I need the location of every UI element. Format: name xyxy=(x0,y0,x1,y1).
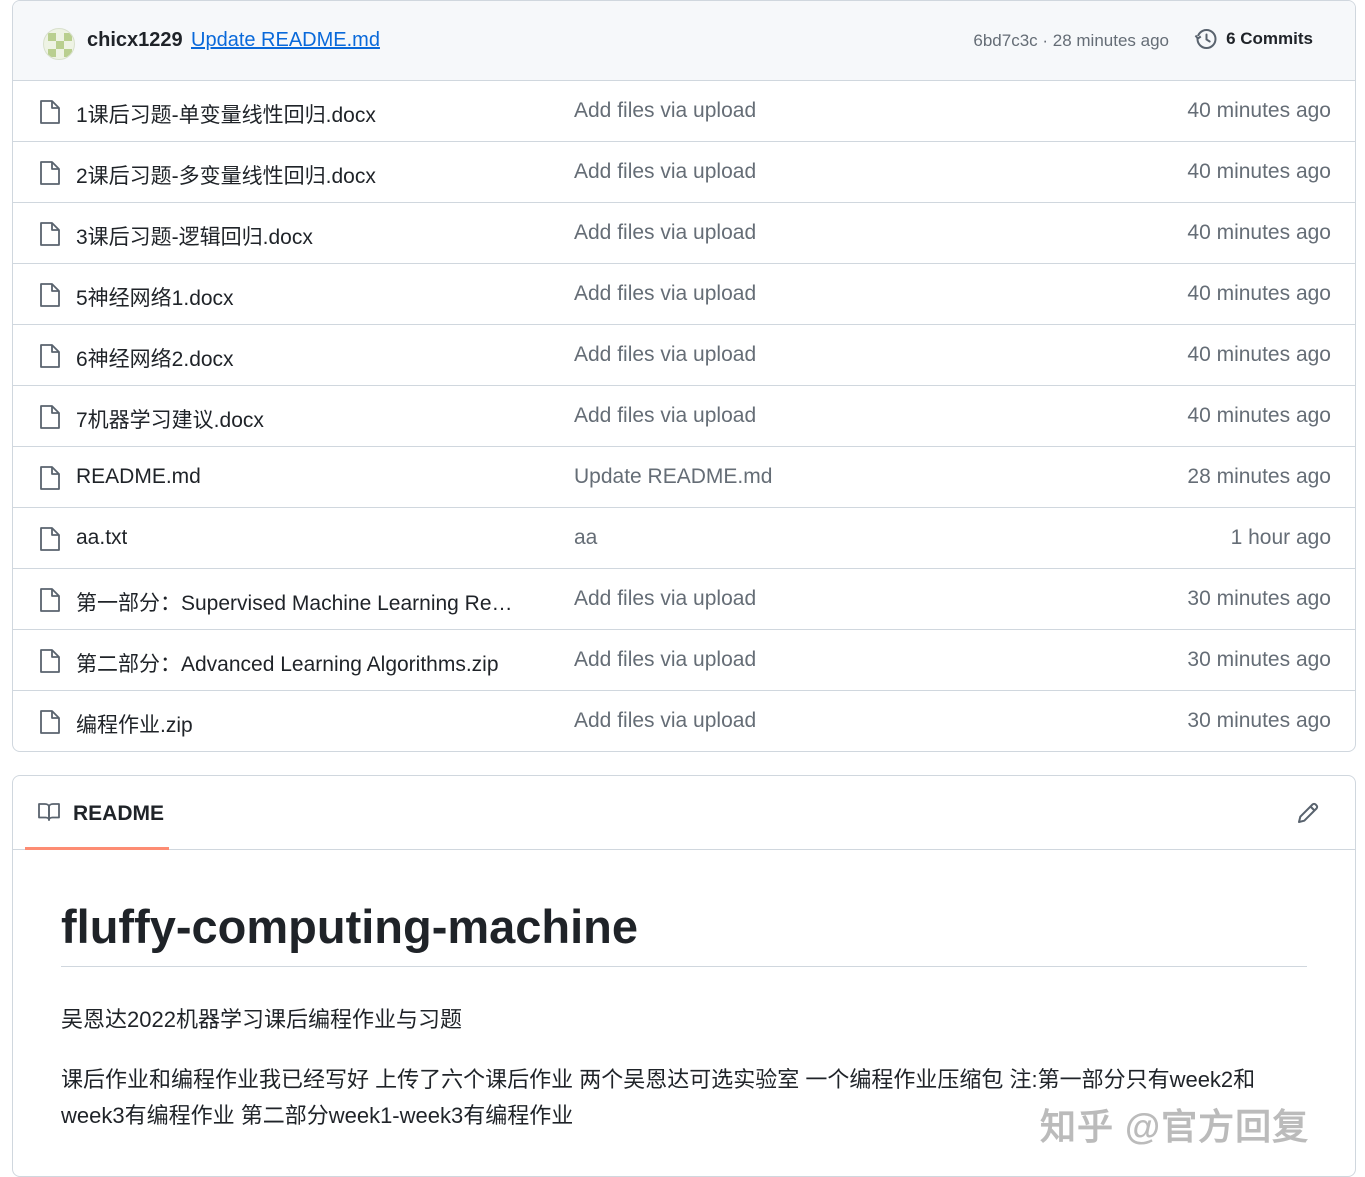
file-list: 1课后习题-单变量线性回归.docx Add files via upload 40… xyxy=(13,81,1355,751)
file-icon xyxy=(39,160,61,186)
file-icon xyxy=(39,526,61,552)
file-name-link[interactable]: README.md xyxy=(76,465,201,489)
history-icon xyxy=(1194,29,1217,49)
commit-hash-time[interactable]: 6bd7c3c · 28 minutes ago xyxy=(973,31,1169,51)
commit-author[interactable]: chicx1229 xyxy=(87,29,183,52)
file-commit-message-link[interactable]: Add files via upload xyxy=(574,221,756,245)
readme-title: fluffy-computing-machine xyxy=(61,900,1307,967)
commits-count-link[interactable]: 6 Commits xyxy=(1194,27,1313,51)
file-icon xyxy=(39,282,61,308)
file-commit-time: 30 minutes ago xyxy=(1187,587,1331,610)
latest-commit-bar: chicx1229 Update README.md 6bd7c3c · 28 … xyxy=(13,1,1355,81)
readme-tab-label: README xyxy=(73,802,165,825)
file-commit-time: 40 minutes ago xyxy=(1187,221,1331,244)
file-name-link[interactable]: 第二部分：Advanced Learning Algorithms.zip xyxy=(76,648,499,678)
file-row[interactable]: 第一部分：Supervised Machine Learning Regr...… xyxy=(13,569,1355,630)
file-name-link[interactable]: 5神经网络1.docx xyxy=(76,282,234,312)
file-icon xyxy=(39,587,61,613)
file-row[interactable]: aa.txt aa 1 hour ago xyxy=(13,508,1355,569)
file-commit-time: 1 hour ago xyxy=(1230,526,1331,549)
book-icon xyxy=(38,803,60,821)
file-name-link[interactable]: aa.txt xyxy=(76,526,127,550)
commits-count-label: 6 Commits xyxy=(1226,29,1313,48)
file-row[interactable]: 2课后习题-多变量线性回归.docx Add files via upload 40… xyxy=(13,142,1355,203)
file-commit-message-link[interactable]: Add files via upload xyxy=(574,587,756,611)
file-name-link[interactable]: 3课后习题-逻辑回归.docx xyxy=(76,221,313,251)
file-commit-time: 28 minutes ago xyxy=(1187,465,1331,488)
file-name-link[interactable]: 7机器学习建议.docx xyxy=(76,404,264,434)
file-commit-message-link[interactable]: Add files via upload xyxy=(574,404,756,428)
file-icon xyxy=(39,221,61,247)
file-commit-message-link[interactable]: Add files via upload xyxy=(574,343,756,367)
file-commit-time: 40 minutes ago xyxy=(1187,99,1331,122)
file-name-link[interactable]: 6神经网络2.docx xyxy=(76,343,234,373)
file-commit-time: 40 minutes ago xyxy=(1187,343,1331,366)
file-name-link[interactable]: 1课后习题-单变量线性回归.docx xyxy=(76,99,376,129)
file-commit-time: 40 minutes ago xyxy=(1187,282,1331,305)
file-commit-time: 40 minutes ago xyxy=(1187,160,1331,183)
file-row[interactable]: 编程作业.zip Add files via upload 30 minutes a… xyxy=(13,691,1355,751)
readme-tabbar: README xyxy=(13,776,1355,850)
file-row[interactable]: 1课后习题-单变量线性回归.docx Add files via upload 40… xyxy=(13,81,1355,142)
file-commit-time: 30 minutes ago xyxy=(1187,648,1331,671)
file-name-link[interactable]: 编程作业.zip xyxy=(76,709,193,739)
watermark: 知乎 @官方回复 xyxy=(1040,1106,1310,1147)
file-icon xyxy=(39,99,61,125)
file-row[interactable]: README.md Update README.md 28 minutes ago xyxy=(13,447,1355,508)
file-commit-message-link[interactable]: Add files via upload xyxy=(574,648,756,672)
file-commit-message-link[interactable]: Add files via upload xyxy=(574,282,756,306)
tab-readme[interactable]: README xyxy=(25,776,169,850)
file-commit-message-link[interactable]: Update README.md xyxy=(574,465,772,489)
file-commit-message-link[interactable]: Add files via upload xyxy=(574,709,756,733)
file-icon xyxy=(39,404,61,430)
file-row[interactable]: 7机器学习建议.docx Add files via upload 40 minut… xyxy=(13,386,1355,447)
file-name-link[interactable]: 2课后习题-多变量线性回归.docx xyxy=(76,160,376,190)
commit-message-link[interactable]: Update README.md xyxy=(191,29,380,52)
file-browser-panel: chicx1229 Update README.md 6bd7c3c · 28 … xyxy=(12,0,1356,752)
file-row[interactable]: 第二部分：Advanced Learning Algorithms.zip Add… xyxy=(13,630,1355,691)
file-commit-message-link[interactable]: aa xyxy=(574,526,597,550)
file-commit-message-link[interactable]: Add files via upload xyxy=(574,160,756,184)
file-row[interactable]: 6神经网络2.docx Add files via upload 40 minute… xyxy=(13,325,1355,386)
file-commit-time: 40 minutes ago xyxy=(1187,404,1331,427)
avatar[interactable] xyxy=(43,28,75,60)
file-row[interactable]: 5神经网络1.docx Add files via upload 40 minute… xyxy=(13,264,1355,325)
file-name-link[interactable]: 第一部分：Supervised Machine Learning Regr... xyxy=(76,587,521,617)
file-commit-message-link[interactable]: Add files via upload xyxy=(574,99,756,123)
file-commit-time: 30 minutes ago xyxy=(1187,709,1331,732)
file-icon xyxy=(39,648,61,674)
file-row[interactable]: 3课后习题-逻辑回归.docx Add files via upload 40 mi… xyxy=(13,203,1355,264)
file-icon xyxy=(39,465,61,491)
pencil-icon xyxy=(1298,802,1319,823)
edit-readme-button[interactable] xyxy=(1293,798,1323,828)
file-icon xyxy=(39,343,61,369)
file-icon xyxy=(39,709,61,735)
readme-paragraph: 吴恩达2022机器学习课后编程作业与习题 xyxy=(61,1007,462,1032)
